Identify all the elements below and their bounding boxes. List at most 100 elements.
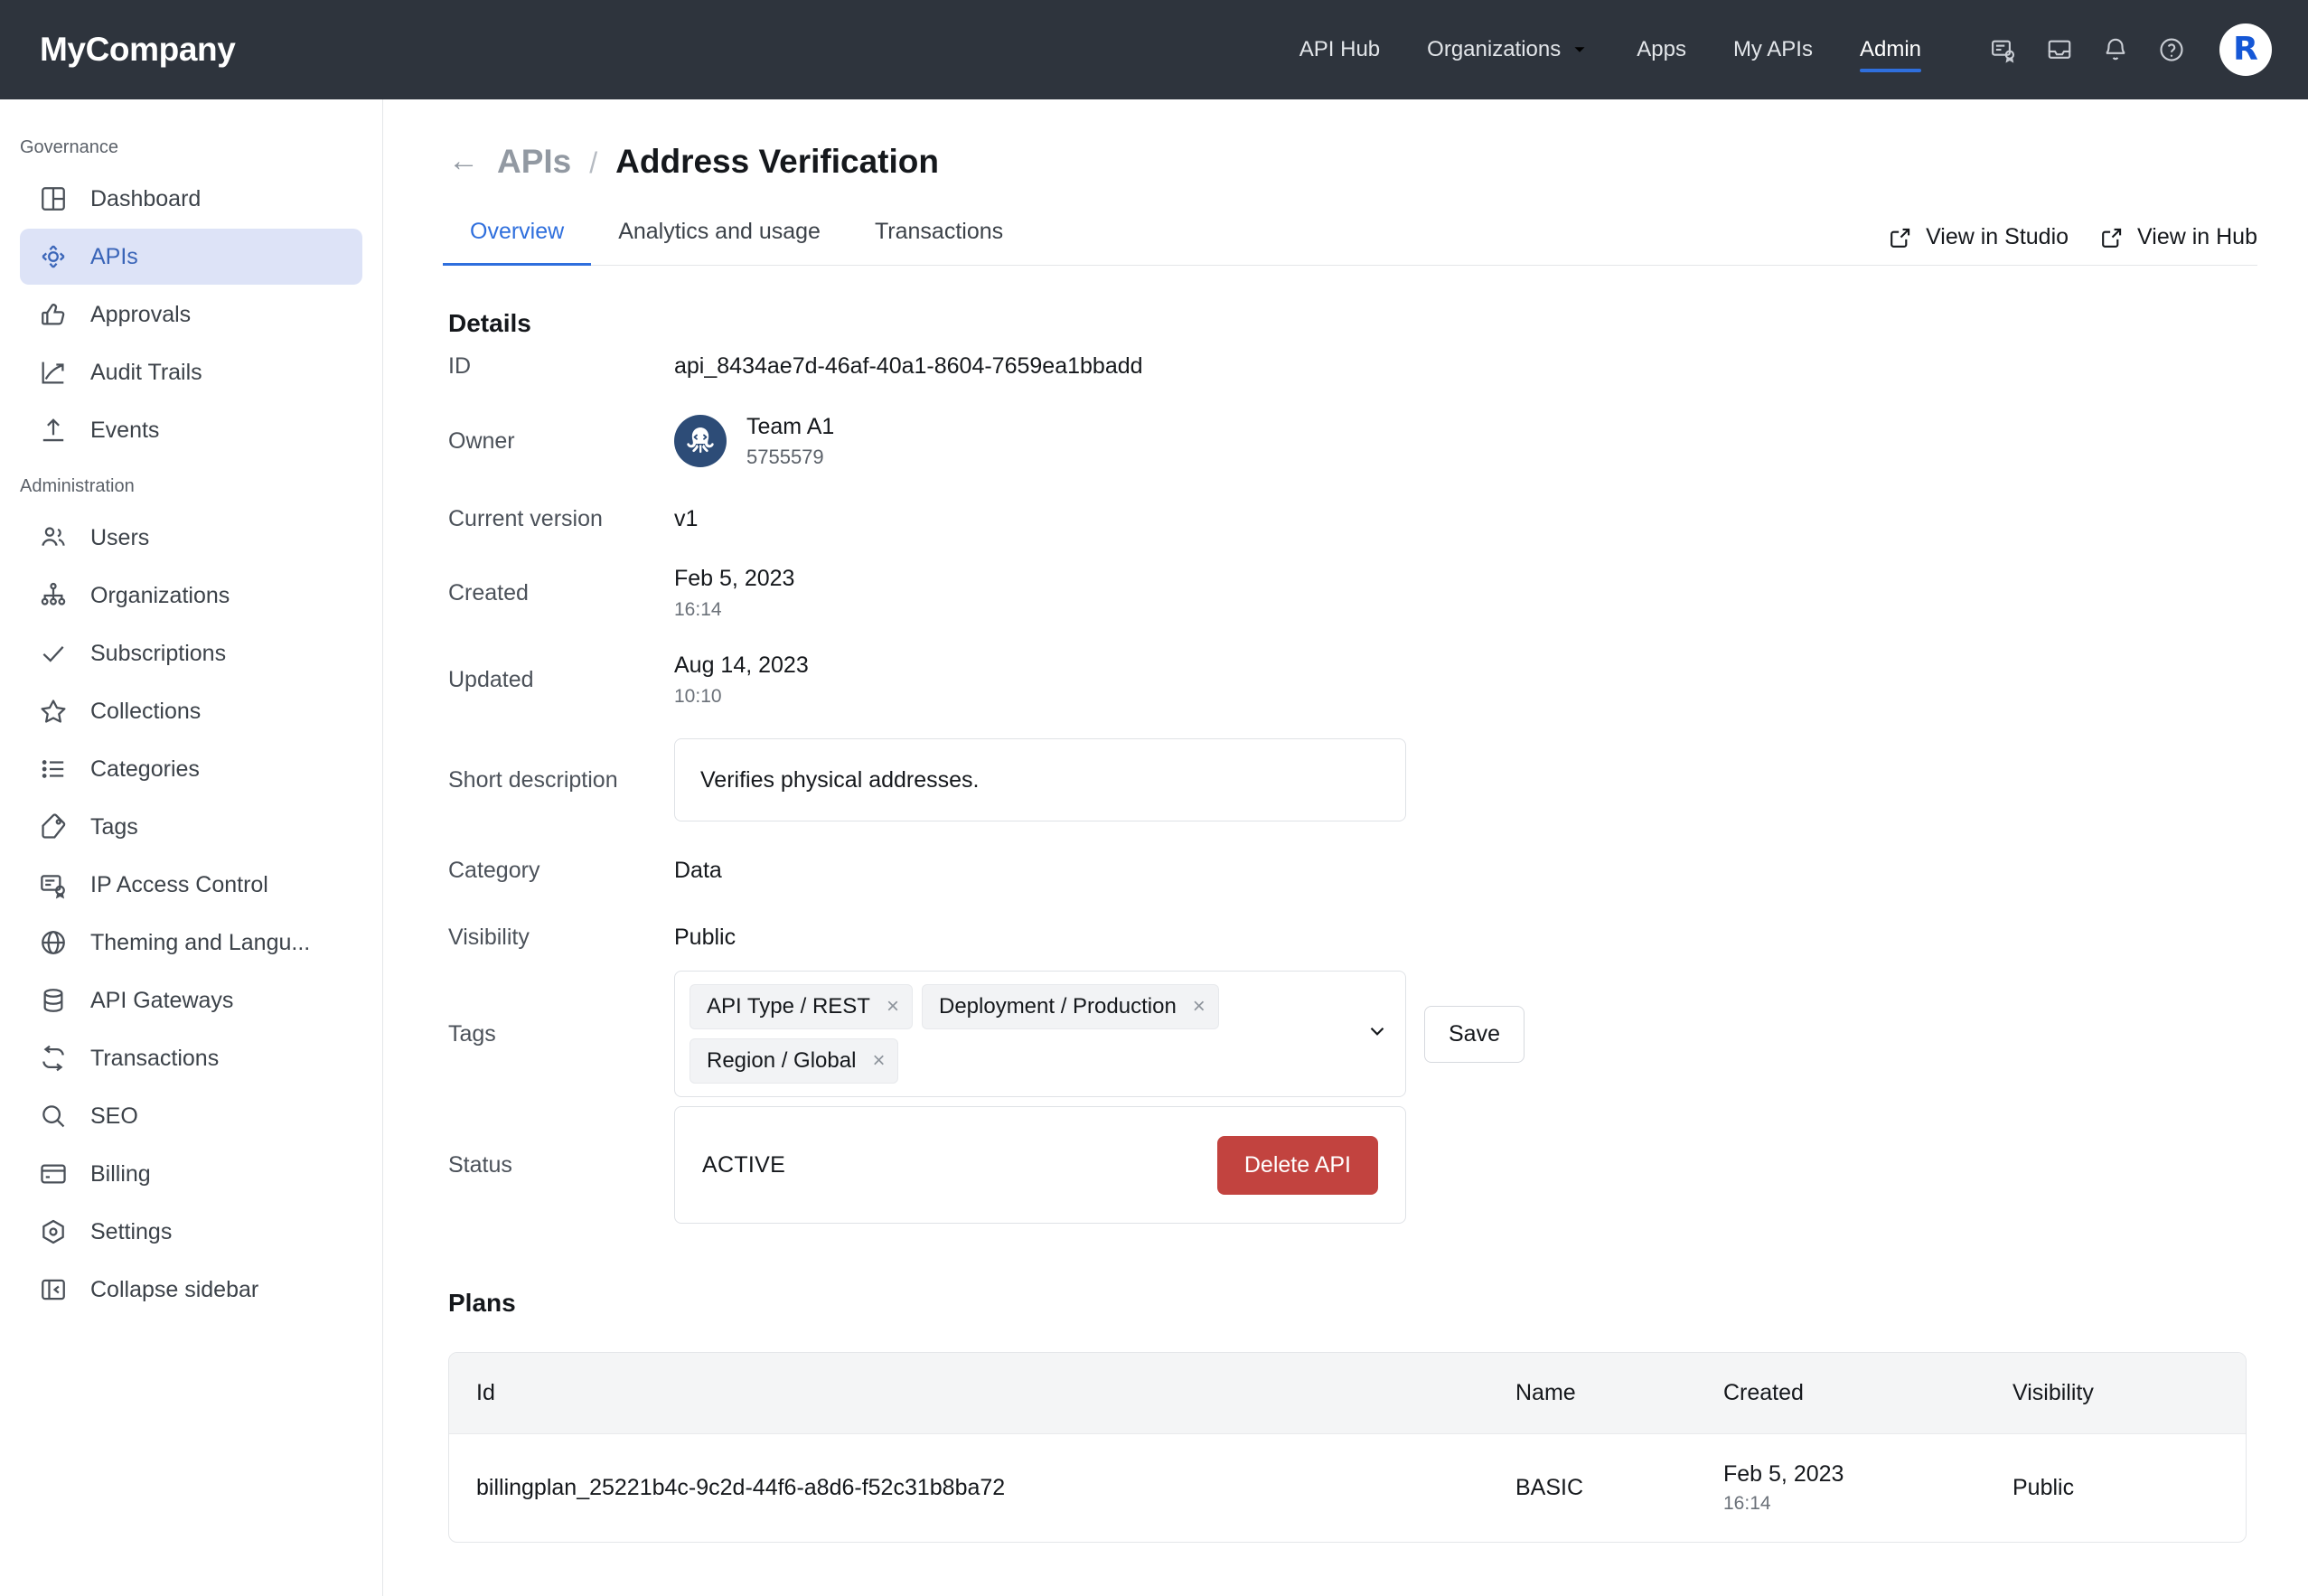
- detail-row-status: Status ACTIVE Delete API: [448, 1097, 2257, 1233]
- column-header-id[interactable]: Id: [449, 1353, 1515, 1433]
- apis-icon: [38, 241, 69, 272]
- sidebar-item-audit-trails[interactable]: Audit Trails: [20, 344, 362, 400]
- sidebar-item-label: Settings: [90, 1218, 173, 1244]
- detail-label: Current version: [448, 505, 603, 531]
- topnav-item-api-hub[interactable]: API Hub: [1276, 0, 1403, 99]
- updated-date: Aug 14, 2023: [674, 652, 809, 678]
- breadcrumb-parent-link[interactable]: APIs: [497, 143, 571, 181]
- status-panel: ACTIVE Delete API: [674, 1106, 1406, 1224]
- main-content: ← APIs / Address Verification Overview A…: [383, 99, 2308, 1596]
- sidebar-item-seo[interactable]: SEO: [20, 1088, 362, 1144]
- details-heading: Details: [448, 309, 531, 337]
- tag-chip[interactable]: Region / Global ×: [690, 1038, 899, 1084]
- chevron-down-icon[interactable]: [1365, 1019, 1389, 1049]
- plan-created-time: 16:14: [1723, 1493, 1771, 1514]
- delete-api-button[interactable]: Delete API: [1216, 1135, 1378, 1195]
- created-time: 16:14: [674, 598, 722, 620]
- tag-chip-label: Region / Global: [707, 1048, 857, 1073]
- owner-card[interactable]: Team A1 5755579: [674, 414, 834, 469]
- owner-name: Team A1: [746, 413, 835, 439]
- sidebar-item-label: Subscriptions: [90, 640, 227, 666]
- sidebar-item-collapse-sidebar[interactable]: Collapse sidebar: [20, 1262, 362, 1318]
- sidebar-item-label: Users: [90, 524, 150, 550]
- tab-transactions[interactable]: Transactions: [848, 219, 1030, 265]
- save-button[interactable]: Save: [1424, 1005, 1525, 1063]
- sidebar-item-collections[interactable]: Collections: [20, 683, 362, 739]
- updated-time: 10:10: [674, 685, 722, 707]
- topnav-item-my-apis[interactable]: My APIs: [1710, 0, 1836, 99]
- top-navigation: API Hub Organizations Apps My APIs Admin: [1276, 0, 2272, 99]
- database-icon: [38, 985, 69, 1016]
- sidebar-item-theming-and-languages[interactable]: Theming and Langu...: [20, 915, 362, 971]
- view-in-hub-button[interactable]: View in Hub: [2099, 224, 2257, 250]
- breadcrumb-separator: /: [589, 146, 598, 179]
- sidebar-item-api-gateways[interactable]: API Gateways: [20, 972, 362, 1028]
- sidebar-item-label: IP Access Control: [90, 871, 268, 897]
- users-icon: [38, 522, 69, 553]
- external-link-icon: [2102, 228, 2122, 248]
- sidebar-item-approvals[interactable]: Approvals: [20, 286, 362, 343]
- tags-multiselect[interactable]: API Type / REST × Deployment / Productio…: [674, 971, 1406, 1097]
- sidebar-item-label: Collapse sidebar: [90, 1276, 259, 1302]
- tab-bar: Overview Analytics and usage Transaction…: [443, 219, 2257, 266]
- brand-logo[interactable]: MyCompany: [40, 31, 236, 69]
- bell-icon[interactable]: [2088, 22, 2144, 78]
- column-header-name[interactable]: Name: [1515, 1353, 1723, 1433]
- sidebar-item-billing[interactable]: Billing: [20, 1146, 362, 1202]
- sidebar-item-dashboard[interactable]: Dashboard: [20, 171, 362, 227]
- sidebar-item-apis[interactable]: APIs: [20, 229, 362, 285]
- plans-heading: Plans: [448, 1289, 516, 1317]
- help-circle-icon[interactable]: [2144, 22, 2200, 78]
- sidebar-item-subscriptions[interactable]: Subscriptions: [20, 625, 362, 681]
- header-actions: View in Studio View in Hub: [1888, 224, 2257, 265]
- sidebar-item-tags[interactable]: Tags: [20, 799, 362, 855]
- tag-chip[interactable]: Deployment / Production ×: [921, 984, 1219, 1029]
- created-value: Feb 5, 2023 16:14: [674, 566, 794, 621]
- sidebar-item-label: Categories: [90, 756, 200, 782]
- certificate-icon[interactable]: [1975, 22, 2031, 78]
- sidebar-item-label: Organizations: [90, 582, 230, 608]
- thumbs-up-icon: [38, 299, 69, 330]
- sidebar-section-administration: Administration: [20, 476, 135, 496]
- topnav-item-admin[interactable]: Admin: [1836, 0, 1945, 99]
- topnav-item-organizations[interactable]: Organizations: [1403, 0, 1613, 99]
- back-arrow-icon[interactable]: ←: [448, 146, 479, 176]
- table-row[interactable]: billingplan_25221b4c-9c2d-44f6-a8d6-f52c…: [449, 1433, 2246, 1542]
- column-header-created[interactable]: Created: [1723, 1353, 2012, 1433]
- sidebar-item-label: Approvals: [90, 301, 192, 327]
- sidebar-item-transactions[interactable]: Transactions: [20, 1030, 362, 1086]
- detail-row-category: Category Data: [448, 837, 2257, 904]
- tag-chip[interactable]: API Type / REST ×: [690, 984, 913, 1029]
- tab-label: Overview: [470, 219, 565, 244]
- inbox-icon[interactable]: [2031, 22, 2088, 78]
- tag-chip-label: API Type / REST: [707, 994, 870, 1019]
- topnav-label: Apps: [1637, 37, 1686, 61]
- view-in-studio-button[interactable]: View in Studio: [1888, 224, 2069, 250]
- tab-analytics-and-usage[interactable]: Analytics and usage: [591, 219, 848, 265]
- sidebar-item-ip-access-control[interactable]: IP Access Control: [20, 857, 362, 913]
- table-header-row: Id Name Created Visibility: [449, 1353, 2246, 1433]
- sidebar: Governance Dashboard APIs Approvals Audi…: [0, 99, 383, 1596]
- sidebar-item-label: Audit Trails: [90, 359, 202, 385]
- short-description-input[interactable]: Verifies physical addresses.: [674, 738, 1406, 821]
- org-tree-icon: [38, 580, 69, 611]
- avatar[interactable]: R: [2219, 23, 2272, 76]
- sidebar-item-categories[interactable]: Categories: [20, 741, 362, 797]
- topnav-label: Organizations: [1427, 37, 1562, 61]
- sidebar-item-label: SEO: [90, 1103, 138, 1129]
- detail-label: Short description: [448, 766, 618, 793]
- column-header-visibility[interactable]: Visibility: [2012, 1353, 2246, 1433]
- visibility-value: Public: [674, 924, 736, 950]
- sidebar-item-events[interactable]: Events: [20, 402, 362, 458]
- sidebar-item-settings[interactable]: Settings: [20, 1204, 362, 1260]
- close-icon[interactable]: ×: [887, 996, 899, 1018]
- sidebar-item-organizations[interactable]: Organizations: [20, 568, 362, 624]
- trend-up-icon: [38, 357, 69, 388]
- close-icon[interactable]: ×: [1193, 996, 1206, 1018]
- detail-row-tags: Tags API Type / REST × Deployment / Prod…: [448, 971, 2257, 1097]
- refresh-icon: [38, 1043, 69, 1074]
- tab-overview[interactable]: Overview: [443, 219, 592, 266]
- sidebar-item-users[interactable]: Users: [20, 510, 362, 566]
- topnav-item-apps[interactable]: Apps: [1613, 0, 1710, 99]
- close-icon[interactable]: ×: [872, 1050, 885, 1072]
